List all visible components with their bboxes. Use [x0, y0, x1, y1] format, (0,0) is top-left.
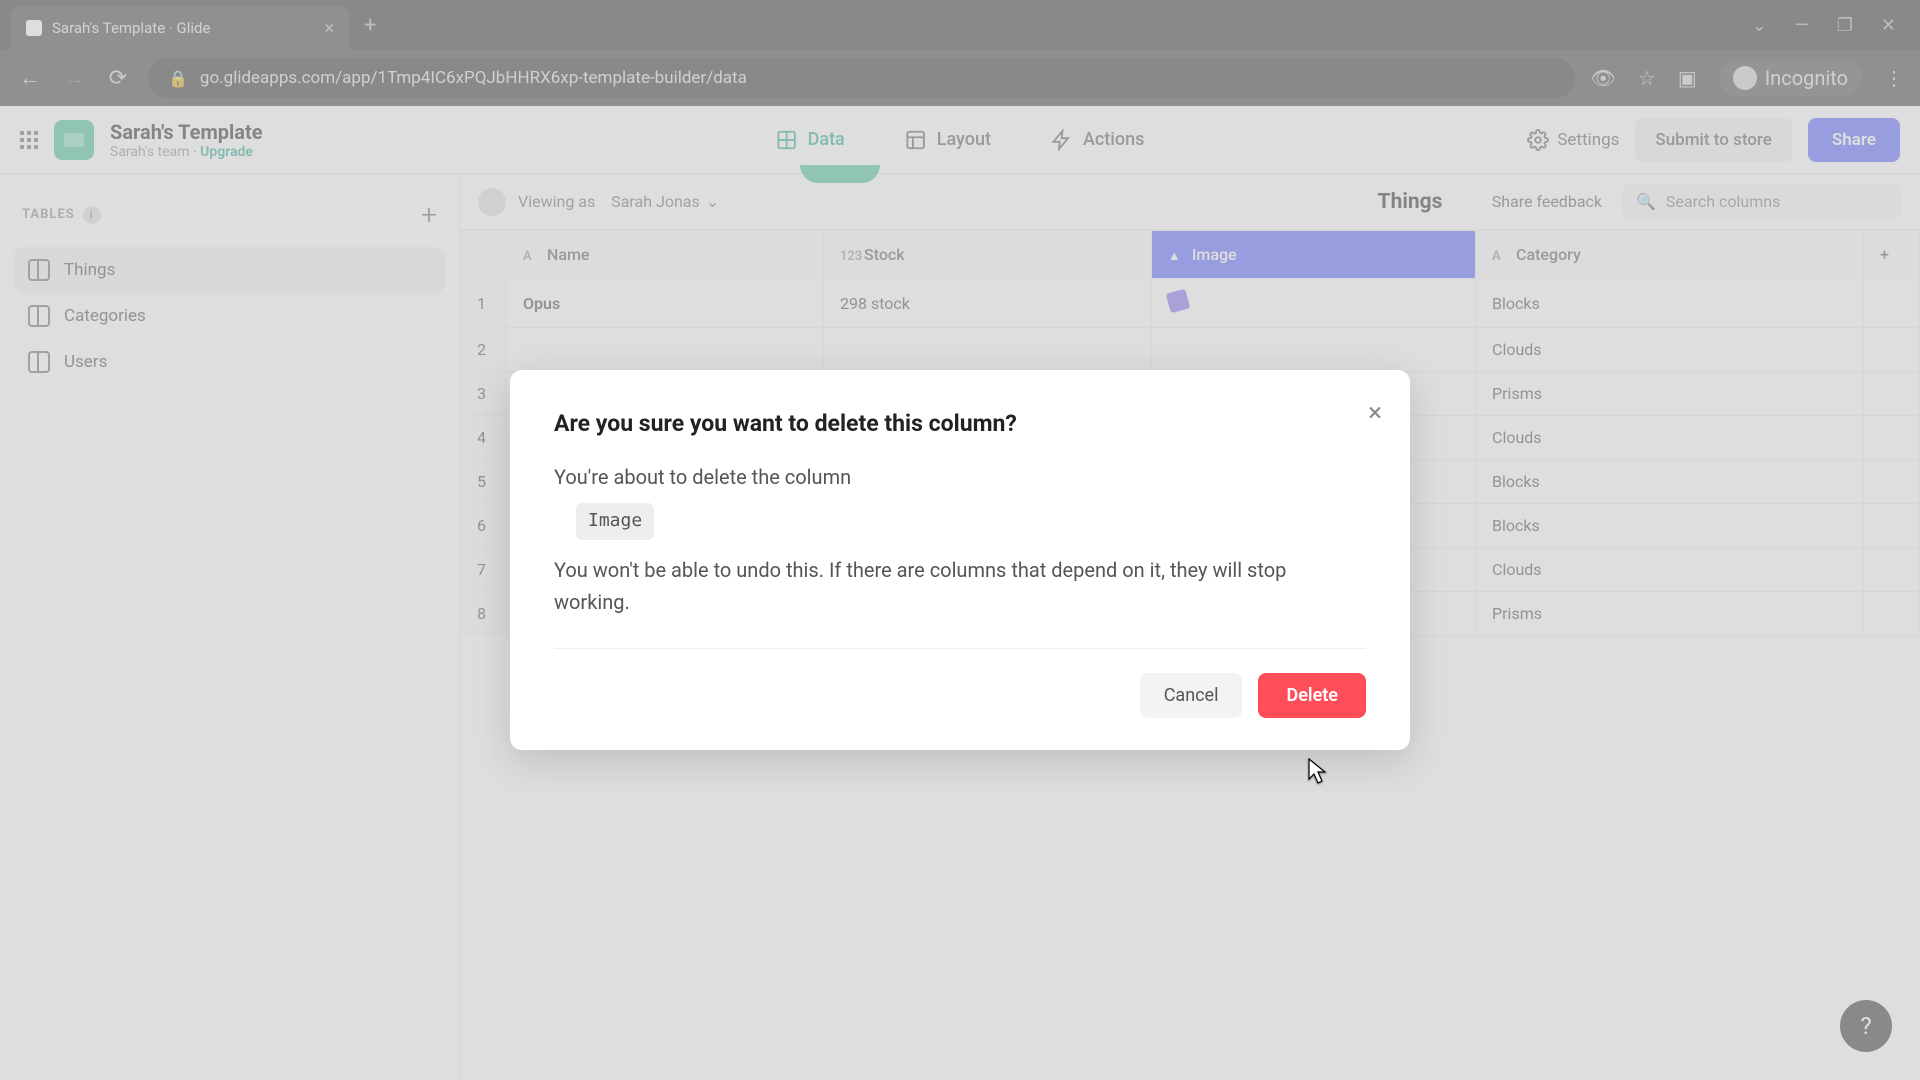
modal-title: Are you sure you want to delete this col…: [554, 410, 1366, 437]
modal-close-button[interactable]: ×: [1368, 398, 1382, 428]
cancel-button[interactable]: Cancel: [1140, 673, 1243, 718]
modal-body: You're about to delete the column Image …: [554, 461, 1366, 618]
delete-button[interactable]: Delete: [1258, 673, 1366, 718]
modal-column-chip: Image: [576, 503, 654, 540]
delete-column-modal: × Are you sure you want to delete this c…: [510, 370, 1410, 750]
modal-line2: You won't be able to undo this. If there…: [554, 554, 1366, 618]
modal-line1: You're about to delete the column: [554, 461, 1366, 493]
